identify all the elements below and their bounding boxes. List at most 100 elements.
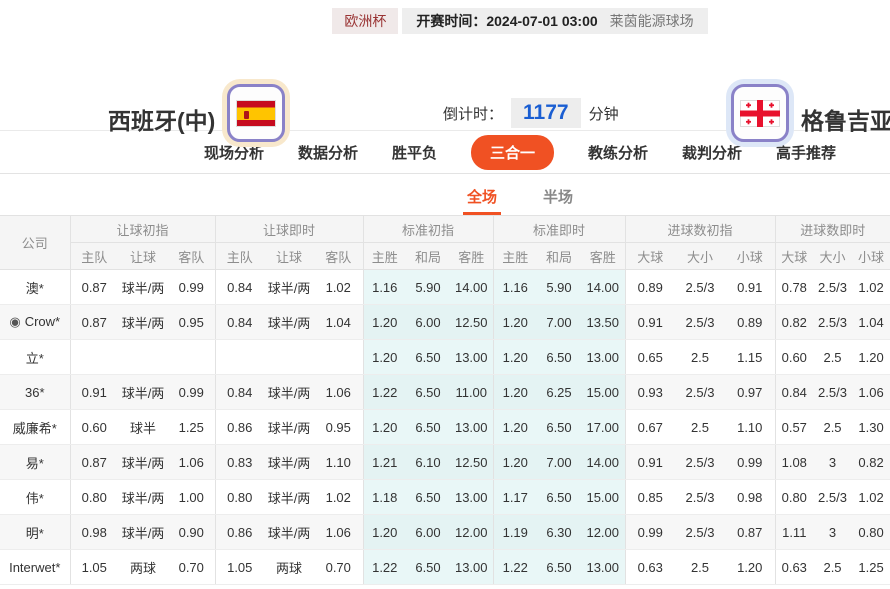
odds-cell[interactable]: 12.00: [581, 515, 625, 550]
company-cell[interactable]: 明*: [0, 515, 70, 550]
odds-cell[interactable]: 0.84: [775, 375, 813, 410]
nav-tab-教练分析[interactable]: 教练分析: [588, 142, 648, 163]
odds-cell[interactable]: 0.57: [775, 410, 813, 445]
odds-cell[interactable]: 0.80: [215, 480, 264, 515]
odds-cell[interactable]: 1.10: [314, 445, 363, 480]
odds-cell[interactable]: 1.04: [314, 305, 363, 340]
odds-cell[interactable]: 球半/两: [264, 375, 314, 410]
nav-tab-现场分析[interactable]: 现场分析: [204, 142, 264, 163]
odds-cell[interactable]: 1.06: [852, 375, 890, 410]
odds-cell[interactable]: 15.00: [581, 480, 625, 515]
odds-cell[interactable]: 6.50: [537, 550, 581, 585]
odds-cell[interactable]: 14.00: [581, 445, 625, 480]
odds-cell[interactable]: 球半/两: [264, 480, 314, 515]
odds-cell[interactable]: 7.00: [537, 445, 581, 480]
odds-cell[interactable]: 1.20: [493, 445, 537, 480]
company-cell[interactable]: 威廉希*: [0, 410, 70, 445]
odds-cell[interactable]: 1.08: [775, 445, 813, 480]
company-cell[interactable]: Interwet*: [0, 550, 70, 585]
odds-cell[interactable]: 3: [813, 515, 852, 550]
odds-cell[interactable]: 1.06: [314, 375, 363, 410]
odds-cell[interactable]: 球半/两: [264, 270, 314, 305]
odds-cell[interactable]: 2.5/3: [813, 305, 852, 340]
odds-cell[interactable]: 1.16: [493, 270, 537, 305]
odds-cell[interactable]: 0.86: [215, 410, 264, 445]
odds-cell[interactable]: 2.5/3: [813, 480, 852, 515]
odds-cell[interactable]: 1.06: [314, 515, 363, 550]
odds-cell[interactable]: 0.80: [775, 480, 813, 515]
odds-cell[interactable]: 6.25: [537, 375, 581, 410]
odds-cell[interactable]: 13.50: [581, 305, 625, 340]
odds-cell[interactable]: 0.82: [775, 305, 813, 340]
company-cell[interactable]: 澳*: [0, 270, 70, 305]
subtab-半场[interactable]: 半场: [539, 177, 577, 215]
odds-cell[interactable]: 0.60: [775, 340, 813, 375]
odds-cell[interactable]: 1.02: [314, 480, 363, 515]
odds-cell[interactable]: 1.02: [314, 270, 363, 305]
company-cell[interactable]: 立*: [0, 340, 70, 375]
odds-cell[interactable]: 1.25: [852, 550, 890, 585]
odds-cell[interactable]: 0.83: [215, 445, 264, 480]
odds-cell[interactable]: 1.20: [852, 340, 890, 375]
company-cell[interactable]: ◉Crow*: [0, 305, 70, 340]
odds-cell[interactable]: 两球: [264, 550, 314, 585]
odds-cell[interactable]: 0.70: [314, 550, 363, 585]
odds-cell[interactable]: 6.50: [537, 480, 581, 515]
odds-cell[interactable]: 1.30: [852, 410, 890, 445]
odds-cell[interactable]: 2.5: [813, 410, 852, 445]
odds-cell[interactable]: 1.02: [852, 270, 890, 305]
nav-tab-高手推荐[interactable]: 高手推荐: [776, 142, 836, 163]
odds-cell[interactable]: 1.02: [852, 480, 890, 515]
odds-cell[interactable]: 0.84: [215, 305, 264, 340]
odds-cell[interactable]: 球半/两: [264, 410, 314, 445]
odds-cell: 1.20: [725, 550, 775, 585]
odds-cell[interactable]: 0.86: [215, 515, 264, 550]
odds-cell[interactable]: 0.63: [775, 550, 813, 585]
odds-cell[interactable]: 5.90: [537, 270, 581, 305]
nav-tab-数据分析[interactable]: 数据分析: [298, 142, 358, 163]
odds-cell[interactable]: 0.80: [852, 515, 890, 550]
odds-cell[interactable]: 2.5/3: [813, 270, 852, 305]
odds-cell[interactable]: 0.95: [314, 410, 363, 445]
odds-cell[interactable]: 1.20: [493, 410, 537, 445]
odds-cell[interactable]: 1.17: [493, 480, 537, 515]
odds-cell[interactable]: 1.19: [493, 515, 537, 550]
odds-cell[interactable]: 6.30: [537, 515, 581, 550]
odds-cell[interactable]: 1.11: [775, 515, 813, 550]
odds-cell[interactable]: 14.00: [581, 270, 625, 305]
odds-cell[interactable]: 0.84: [215, 375, 264, 410]
odds-cell[interactable]: 6.50: [537, 340, 581, 375]
odds-cell[interactable]: 1.22: [493, 550, 537, 585]
odds-cell[interactable]: 1.05: [215, 550, 264, 585]
odds-cell[interactable]: 球半/两: [264, 515, 314, 550]
odds-cell[interactable]: 0.82: [852, 445, 890, 480]
nav-tab-三合一[interactable]: 三合一: [471, 135, 554, 170]
odds-cell[interactable]: 15.00: [581, 375, 625, 410]
subtab-全场[interactable]: 全场: [463, 177, 501, 215]
odds-cell[interactable]: 2.5/3: [813, 375, 852, 410]
nav-tab-胜平负[interactable]: 胜平负: [392, 142, 437, 163]
odds-cell: 0.70: [168, 550, 215, 585]
odds-cell[interactable]: 13.00: [581, 340, 625, 375]
odds-cell: 0.65: [625, 340, 675, 375]
odds-cell: 球半: [118, 410, 168, 445]
odds-cell[interactable]: 2.5: [813, 550, 852, 585]
odds-cell[interactable]: 0.78: [775, 270, 813, 305]
odds-cell[interactable]: 球半/两: [264, 305, 314, 340]
odds-cell[interactable]: 6.50: [537, 410, 581, 445]
odds-cell[interactable]: 球半/两: [264, 445, 314, 480]
odds-cell[interactable]: 13.00: [581, 550, 625, 585]
company-cell[interactable]: 36*: [0, 375, 70, 410]
odds-cell[interactable]: 17.00: [581, 410, 625, 445]
company-cell[interactable]: 易*: [0, 445, 70, 480]
odds-cell[interactable]: 0.84: [215, 270, 264, 305]
odds-cell[interactable]: 7.00: [537, 305, 581, 340]
nav-tab-裁判分析[interactable]: 裁判分析: [682, 142, 742, 163]
odds-cell[interactable]: 1.20: [493, 305, 537, 340]
odds-cell[interactable]: 3: [813, 445, 852, 480]
odds-cell[interactable]: 2.5: [813, 340, 852, 375]
odds-cell[interactable]: 1.04: [852, 305, 890, 340]
odds-cell[interactable]: 1.20: [493, 375, 537, 410]
company-cell[interactable]: 伟*: [0, 480, 70, 515]
odds-cell[interactable]: 1.20: [493, 340, 537, 375]
